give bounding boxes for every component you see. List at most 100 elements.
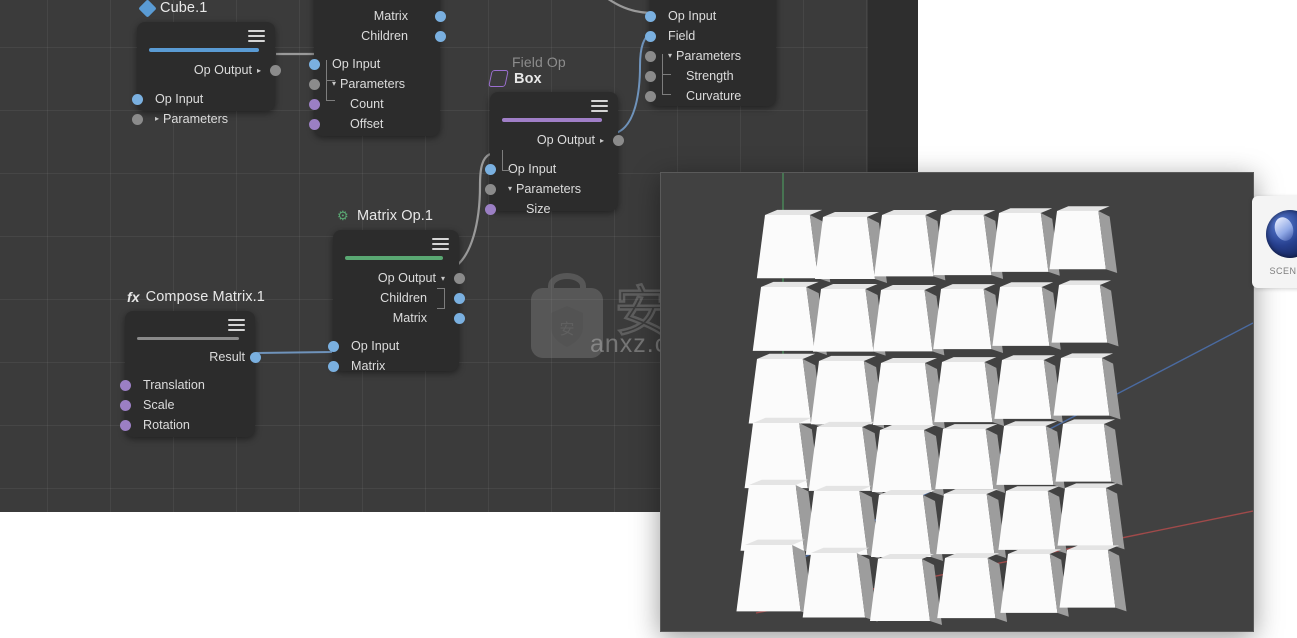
port-dot-op-input[interactable] [131, 93, 143, 105]
node-matrix-op[interactable]: ⚙ Matrix Op.1 Op Output ▾ Children Matri… [327, 208, 465, 373]
port-dot-matrix-in[interactable] [327, 360, 339, 372]
node-compose-matrix-body[interactable]: Result Translation Scale Rotation [119, 311, 261, 437]
chevron-right-icon[interactable]: ▸ [155, 114, 159, 123]
port-dot-translation[interactable] [119, 379, 131, 391]
port-row-op-output[interactable]: Op Output ▸ [490, 130, 624, 150]
port-dot-op-input[interactable] [308, 58, 320, 70]
port-row-matrix-in[interactable]: Matrix [327, 356, 459, 376]
node-cube[interactable]: Cube.1 Op Output ▸ Op Input ▸ Parameters [131, 0, 281, 126]
app-icon-caption: SCEN [1269, 266, 1297, 276]
param-bracket [662, 94, 671, 95]
port-dot-offset[interactable] [308, 118, 320, 130]
port-row-scale[interactable]: Scale [119, 395, 255, 415]
node-box-label: Box [514, 70, 542, 87]
port-dot-children-out[interactable] [453, 292, 465, 304]
port-label: Op Input [508, 162, 557, 176]
node-cube-body[interactable]: Op Output ▸ Op Input ▸ Parameters [131, 22, 281, 126]
port-row-offset[interactable]: Offset [308, 114, 440, 134]
port-label: Op Input [668, 9, 717, 23]
port-dot-scale[interactable] [119, 399, 131, 411]
port-row-children-out[interactable]: Children [333, 288, 465, 308]
node-box[interactable]: Field Op Box Op Output ▸ Op Input ▾ Para… [484, 54, 624, 216]
port-row-op-input[interactable]: Op Input [131, 89, 275, 109]
port-row-result[interactable]: Result [125, 347, 261, 367]
node-cube-title: Cube.1 [138, 0, 207, 18]
port-dot-parameters[interactable] [644, 50, 656, 62]
port-row-children-out[interactable]: Children [314, 26, 446, 46]
port-dot-parameters[interactable] [484, 183, 496, 195]
port-row-op-input[interactable]: Op Input [327, 336, 459, 356]
port-row-field[interactable]: Field [644, 26, 776, 46]
port-row-rotation[interactable]: Rotation [119, 415, 255, 435]
port-dot-result[interactable] [249, 351, 261, 363]
port-dot-op-input[interactable] [644, 10, 656, 22]
port-label: Curvature [686, 89, 742, 103]
port-dot-count[interactable] [308, 98, 320, 110]
port-bracket [437, 308, 445, 309]
port-row-strength[interactable]: Strength [644, 66, 776, 86]
port-row-translation[interactable]: Translation [119, 375, 255, 395]
port-row-op-input[interactable]: Op Input [308, 54, 440, 74]
purple-field-icon [488, 70, 509, 87]
chevron-right-icon: ▸ [256, 65, 261, 75]
param-bracket [326, 100, 335, 101]
node-box-title: Field Op Box [488, 54, 566, 87]
application-window: Cube.1 Op Output ▸ Op Input ▸ Parameters… [0, 0, 1297, 638]
port-row-matrix-out[interactable]: Matrix [333, 308, 465, 328]
port-dot-curvature[interactable] [644, 90, 656, 102]
node-field-target[interactable]: Op Input Field ▾ Parameters Strength Cur… [644, 0, 776, 106]
port-label: Matrix [392, 311, 427, 325]
port-label: Matrix [373, 9, 408, 23]
port-label: Parameters [676, 49, 742, 63]
port-label: Op Output [536, 133, 595, 147]
app-icon-card[interactable]: SCEN [1252, 196, 1297, 288]
port-dot-op-input[interactable] [484, 163, 496, 175]
port-dot-matrix-out[interactable] [434, 10, 446, 22]
node-compose-matrix[interactable]: fx Compose Matrix.1 Result Translation S… [119, 289, 265, 437]
port-dot-children-out[interactable] [434, 30, 446, 42]
port-dot-strength[interactable] [644, 70, 656, 82]
port-label: Children [361, 29, 408, 43]
green-gear-icon: ⚙ [337, 208, 349, 223]
port-label: Parameters [516, 182, 582, 196]
node-box-body[interactable]: Op Output ▸ Op Input ▾ Parameters Size [484, 92, 624, 216]
port-row-matrix-out[interactable]: Matrix [314, 6, 446, 26]
port-dot-parameters[interactable] [131, 113, 143, 125]
port-row-op-input[interactable]: Op Input [484, 159, 618, 179]
port-dot-field[interactable] [644, 30, 656, 42]
port-label: Parameters [163, 112, 229, 126]
node-matrix-op-body[interactable]: Op Output ▾ Children Matrix Op Input Mat… [327, 230, 465, 373]
viewport-panel[interactable] [660, 172, 1254, 632]
node-compose-matrix-title: fx Compose Matrix.1 [127, 289, 265, 305]
port-row-op-output[interactable]: Op Output ▸ [137, 60, 281, 80]
port-row-op-input[interactable]: Op Input [644, 6, 776, 26]
port-row-parameters[interactable]: ▾ Parameters [484, 179, 618, 199]
port-dot-parameters[interactable] [308, 78, 320, 90]
port-label: Field [668, 29, 696, 43]
param-bracket [502, 150, 503, 170]
port-label: Op Input [332, 57, 381, 71]
port-row-curvature[interactable]: Curvature [644, 86, 776, 106]
chevron-down-icon[interactable]: ▾ [668, 51, 672, 60]
port-label: Offset [350, 117, 384, 131]
port-dot-rotation[interactable] [119, 419, 131, 431]
port-dot-size[interactable] [484, 203, 496, 215]
port-dot-op-output[interactable] [453, 272, 465, 284]
node-clone-body[interactable]: Matrix Children Op Input ▾ Parameters Co… [308, 0, 446, 136]
port-dot-op-output[interactable] [269, 64, 281, 76]
port-row-op-output[interactable]: Op Output ▾ [333, 268, 465, 288]
port-row-parameters[interactable]: ▾ Parameters [644, 46, 776, 66]
chevron-down-icon[interactable]: ▾ [508, 184, 512, 193]
port-row-parameters[interactable]: ▸ Parameters [131, 109, 275, 129]
node-field-target-body[interactable]: Op Input Field ▾ Parameters Strength Cur… [644, 0, 776, 106]
port-dot-matrix-out[interactable] [453, 312, 465, 324]
node-clone[interactable]: Matrix Children Op Input ▾ Parameters Co… [308, 0, 446, 136]
node-compose-matrix-label: Compose Matrix.1 [145, 289, 265, 305]
port-row-parameters[interactable]: ▾ Parameters [308, 74, 440, 94]
port-dot-op-output[interactable] [612, 134, 624, 146]
port-label: Result [209, 350, 245, 364]
port-label: Op Input [351, 339, 400, 353]
port-dot-op-input[interactable] [327, 340, 339, 352]
port-row-count[interactable]: Count [308, 94, 440, 114]
port-row-size[interactable]: Size [484, 199, 618, 219]
